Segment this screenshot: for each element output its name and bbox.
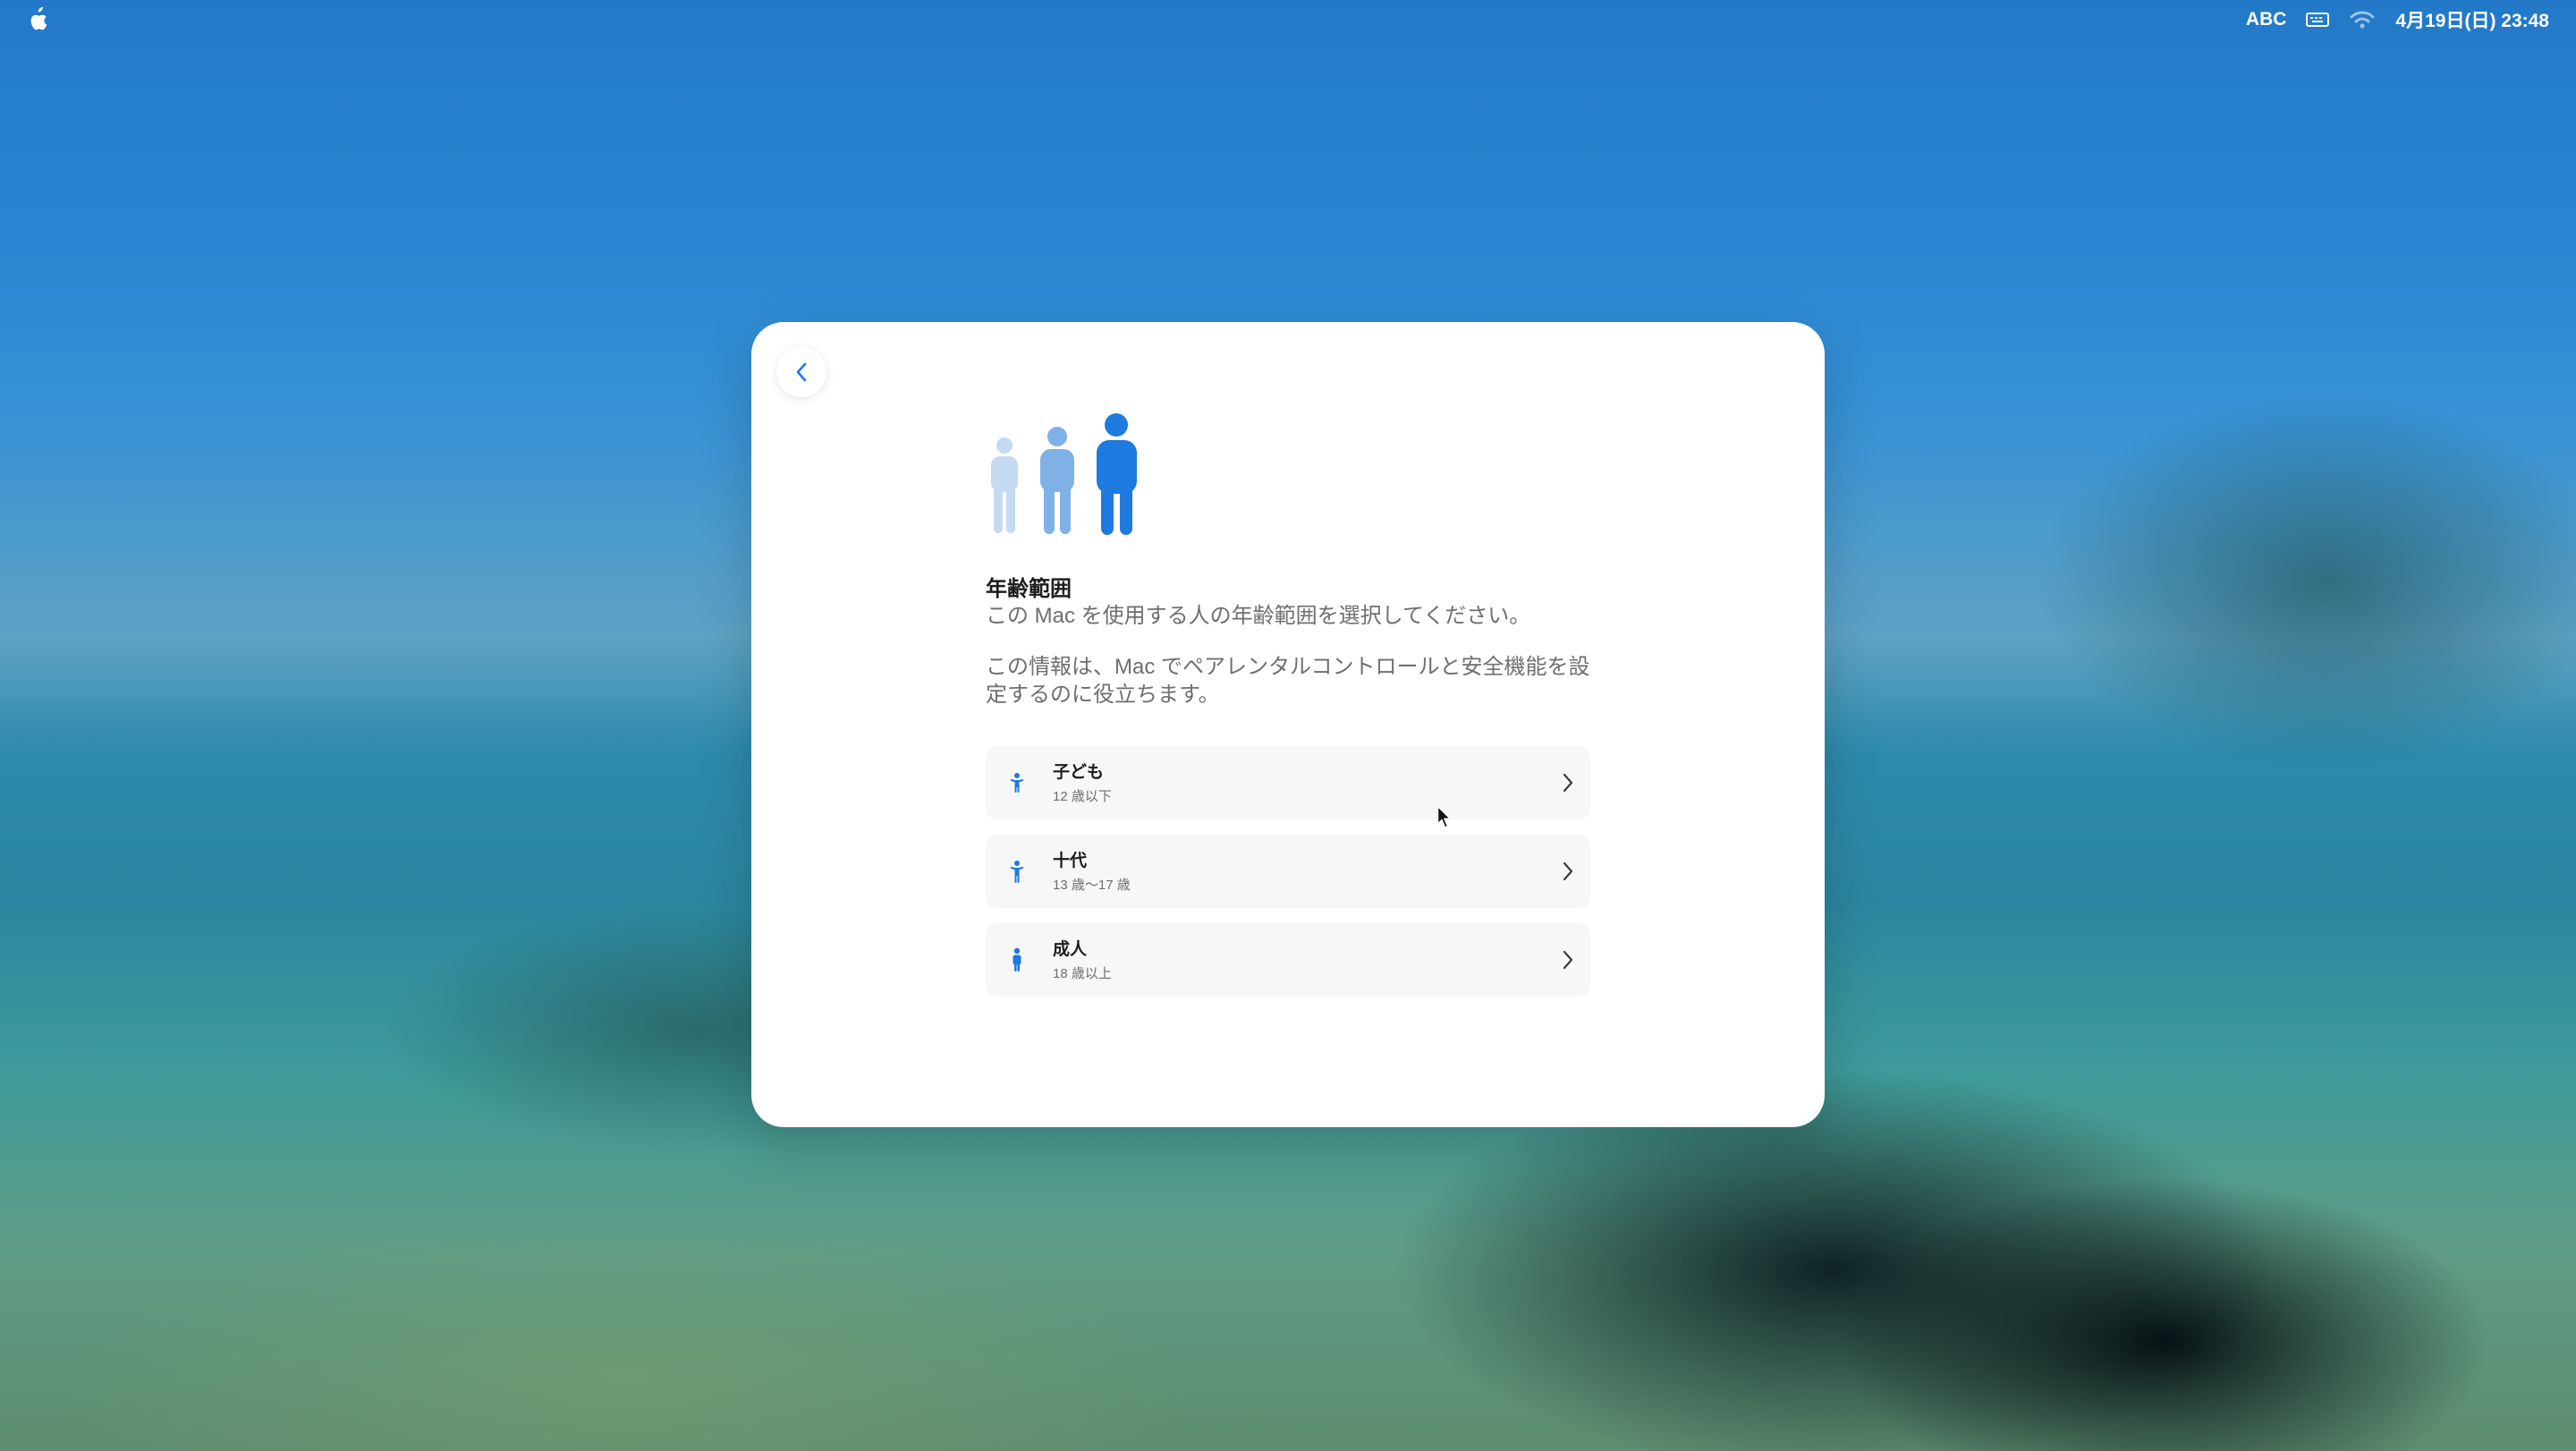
wifi-icon[interactable] — [2349, 10, 2376, 30]
option-teen-label: 十代 — [1053, 852, 1088, 870]
chevron-left-icon — [796, 362, 807, 382]
input-source-indicator[interactable]: ABC — [2246, 9, 2287, 30]
option-teen-detail: 13 歳〜17 歳 — [1053, 878, 1131, 893]
keyboard-icon[interactable] — [2306, 12, 2330, 28]
option-adult[interactable]: 成人 18 歳以上 — [986, 923, 1590, 997]
child-figure-icon — [1010, 773, 1024, 793]
page-subtitle: この Mac を使用する人の年齢範囲を選択してください。 — [986, 604, 1531, 628]
option-child-label: 子ども — [1053, 763, 1105, 782]
page-description: この情報は、Mac でペアレンタルコントロールと安全機能を設定するのに役立ちます… — [986, 655, 1590, 707]
chevron-right-icon — [1563, 861, 1573, 881]
chevron-right-icon — [1563, 950, 1573, 970]
back-button[interactable] — [776, 347, 826, 397]
adult-figure-icon — [1013, 947, 1021, 972]
menu-bar: ABC 4月19日(日) 23:48 — [0, 0, 2576, 39]
option-adult-detail: 18 歳以上 — [1053, 966, 1112, 981]
option-child-detail: 12 歳以下 — [1053, 789, 1112, 804]
chevron-right-icon — [1563, 773, 1573, 793]
option-teen[interactable]: 十代 13 歳〜17 歳 — [986, 835, 1590, 908]
people-age-range-icon — [991, 413, 1137, 535]
teen-figure-icon — [1010, 861, 1024, 883]
option-adult-label: 成人 — [1053, 940, 1088, 959]
menubar-clock[interactable]: 4月19日(日) 23:48 — [2395, 6, 2549, 33]
desktop-wallpaper: ABC 4月19日(日) 23:48 年齢範囲 この Mac を使用する人の年齢… — [0, 0, 2576, 1451]
mouse-pointer-icon — [1436, 805, 1452, 828]
option-child[interactable]: 子ども 12 歳以下 — [986, 746, 1590, 819]
age-range-options: 子ども 12 歳以下 十代 13 歳〜17 歳 成人 18 歳以上 — [986, 746, 1590, 1012]
apple-logo-icon[interactable] — [25, 7, 48, 32]
age-range-dialog: 年齢範囲 この Mac を使用する人の年齢範囲を選択してください。 この情報は、… — [751, 322, 1825, 1127]
